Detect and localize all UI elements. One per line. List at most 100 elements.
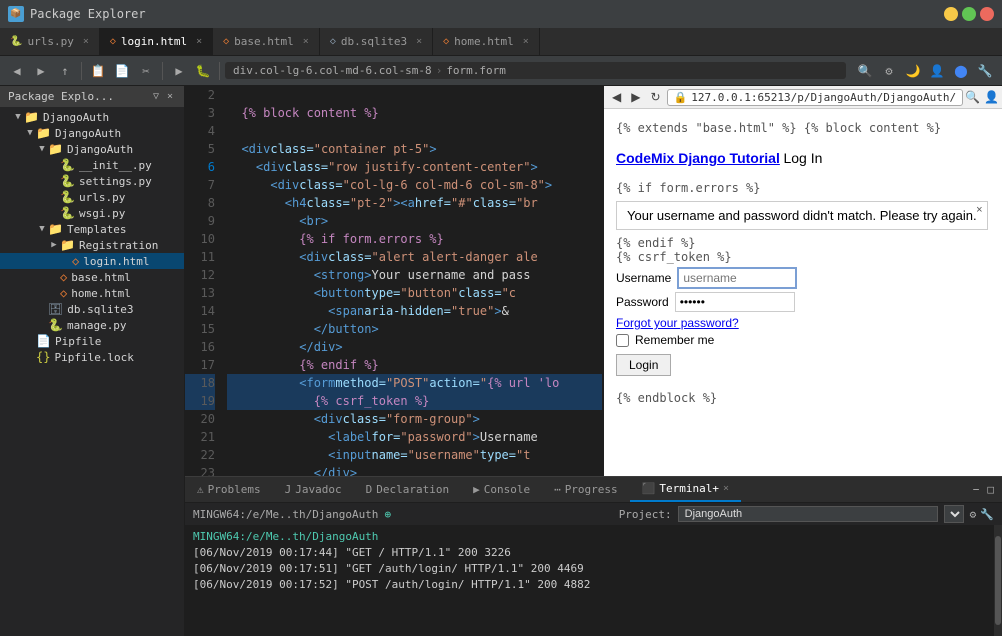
bottom-minimize-icon[interactable]: −	[971, 481, 982, 498]
terminal-log-3: [06/Nov/2019 00:17:52] "POST /auth/login…	[193, 577, 994, 593]
tab-urls[interactable]: 🐍 urls.py ×	[0, 28, 100, 55]
up-btn[interactable]: ↑	[54, 60, 76, 82]
code-content[interactable]: {% block content %} <div class="containe…	[221, 86, 602, 476]
bottom-tab-javadoc[interactable]: J Javadoc	[273, 477, 354, 502]
preview-search-btn[interactable]: 🔍	[965, 90, 980, 104]
json-file-icon: {}	[36, 350, 50, 364]
folder-icon: 📁	[36, 126, 51, 140]
profile-icon[interactable]: 👤	[926, 60, 948, 82]
preview-url: 127.0.0.1:65213/p/DjangoAuth/DjangoAuth/	[691, 91, 956, 104]
tab-home-close[interactable]: ×	[523, 36, 529, 47]
python-file-icon: 🐍	[60, 206, 75, 220]
close-window-button[interactable]	[980, 7, 994, 21]
tree-label: DjangoAuth	[55, 127, 121, 140]
tab-home[interactable]: ◇ home.html ×	[433, 28, 540, 55]
settings-icon[interactable]: ⚙	[878, 60, 900, 82]
bottom-tab-declaration[interactable]: D Declaration	[354, 477, 461, 502]
preview-error-box: Your username and password didn't match.…	[616, 201, 988, 230]
preview-login-button[interactable]: Login	[616, 354, 671, 376]
paste-btn[interactable]: 📄	[111, 60, 133, 82]
tree-item-manage[interactable]: 🐍 manage.py	[0, 317, 184, 333]
preview-user-btn[interactable]: 👤	[984, 90, 999, 104]
tree-item-pipfile-lock[interactable]: {} Pipfile.lock	[0, 349, 184, 365]
tree-item-pipfile[interactable]: 📄 Pipfile	[0, 333, 184, 349]
terminal-scrollbar[interactable]	[994, 525, 1002, 636]
tree-item-settings[interactable]: 🐍 settings.py	[0, 173, 184, 189]
tree-item-home-html[interactable]: ◇ home.html	[0, 285, 184, 301]
preview-toolbar: ◀ ▶ ↻ 🔒 127.0.0.1:65213/p/DjangoAuth/Dja…	[604, 86, 1002, 109]
folder-icon: 📁	[48, 222, 63, 236]
title-bar-text: Package Explorer	[30, 7, 938, 21]
tab-base-close[interactable]: ×	[303, 36, 309, 47]
preview-password-input[interactable]	[675, 292, 795, 312]
codemix-icon[interactable]: 🔧	[974, 60, 996, 82]
forward-btn[interactable]: ▶	[30, 60, 52, 82]
preview-refresh-btn[interactable]: ↻	[646, 88, 664, 106]
tree-item-wsgi[interactable]: 🐍 wsgi.py	[0, 205, 184, 221]
tab-login-icon: ◇	[110, 36, 116, 47]
sidebar: Package Explo... ▽ × ▼ 📁 DjangoAuth ▼ 📁 …	[0, 86, 185, 636]
tree-item-login-html[interactable]: ◇ login.html	[0, 253, 184, 269]
bottom-tab-terminal[interactable]: ⬛ Terminal+ ×	[630, 477, 741, 502]
maximize-button[interactable]	[962, 7, 976, 21]
tree-item-djangoauth-folder[interactable]: ▼ 📁 DjangoAuth	[0, 125, 184, 141]
preview-remember-checkbox[interactable]	[616, 334, 629, 347]
tab-db-close[interactable]: ×	[416, 36, 422, 47]
preview-endblock-text: {% endblock %}	[616, 391, 990, 405]
preview-address-bar[interactable]: 🔒 127.0.0.1:65213/p/DjangoAuth/DjangoAut…	[667, 89, 964, 106]
tree-item-urls[interactable]: 🐍 urls.py	[0, 189, 184, 205]
bottom-tab-problems[interactable]: ⚠ Problems	[185, 477, 273, 502]
tree-item-templates[interactable]: ▼ 📁 Templates	[0, 221, 184, 237]
tab-base-label: base.html	[234, 35, 294, 48]
tree-item-init[interactable]: 🐍 __init__.py	[0, 157, 184, 173]
terminal-settings-icon[interactable]: ⚙	[970, 508, 977, 521]
run-btn[interactable]: ▶	[168, 60, 190, 82]
preview-forgot-link-row: Forgot your password?	[616, 315, 990, 330]
tree-label: wsgi.py	[79, 207, 125, 220]
preview-forward-btn[interactable]: ▶	[627, 88, 644, 106]
delete-btn[interactable]: ✂	[135, 60, 157, 82]
tree-item-djangoauth-project[interactable]: ▼ 📁 DjangoAuth	[0, 109, 184, 125]
preview-forgot-link[interactable]: Forgot your password?	[616, 316, 739, 330]
bottom-tab-progress[interactable]: ⋯ Progress	[542, 477, 630, 502]
tab-login-close[interactable]: ×	[196, 36, 202, 47]
tree-item-djangoauth-inner[interactable]: ▼ 📁 DjangoAuth	[0, 141, 184, 157]
project-dropdown[interactable]	[944, 505, 964, 523]
copy-btn[interactable]: 📋	[87, 60, 109, 82]
project-input[interactable]	[678, 506, 938, 522]
terminal-scroll-thumb[interactable]	[995, 536, 1001, 625]
tab-db[interactable]: ◇ db.sqlite3 ×	[320, 28, 433, 55]
tab-urls-close[interactable]: ×	[83, 36, 89, 47]
preview-site-name[interactable]: CodeMix Django Tutorial	[616, 150, 780, 166]
preview-lock-icon: 🔒	[674, 91, 688, 104]
sidebar-close-btn[interactable]: ×	[164, 90, 176, 103]
bottom-panel-icons: − □	[971, 481, 1002, 498]
preview-username-row: Username	[616, 267, 990, 289]
bottom-maximize-icon[interactable]: □	[985, 481, 996, 498]
tree-item-base-html[interactable]: ◇ base.html	[0, 269, 184, 285]
python-file-icon: 🐍	[60, 158, 75, 172]
bottom-tab-console[interactable]: ▶ Console	[461, 477, 542, 502]
terminal-log-2: [06/Nov/2019 00:17:51] "GET /auth/login/…	[193, 561, 994, 577]
tab-login[interactable]: ◇ login.html ×	[100, 28, 213, 55]
tree-label: Pipfile	[55, 335, 101, 348]
preview-csrf-text: {% csrf_token %}	[616, 250, 990, 264]
tree-item-registration[interactable]: ▶ 📁 Registration	[0, 237, 184, 253]
minimize-button[interactable]	[944, 7, 958, 21]
tree-item-db[interactable]: 🗄 db.sqlite3	[0, 301, 184, 317]
preview-back-btn[interactable]: ◀	[608, 88, 625, 106]
back-btn[interactable]: ◀	[6, 60, 28, 82]
terminal-add-icon[interactable]: ⊕	[384, 508, 391, 521]
html-file-icon: ◇	[60, 286, 67, 300]
terminal-config-icon[interactable]: 🔧	[980, 508, 994, 521]
preview-username-input[interactable]	[677, 267, 797, 289]
terminal-close-btn[interactable]: ×	[723, 483, 729, 494]
search-icon[interactable]: 🔍	[854, 60, 876, 82]
debug-btn[interactable]: 🐛	[192, 60, 214, 82]
code-editor[interactable]: 2 3 4 5 6 7 8 9 10 11 12 13 14 15 16 17	[185, 86, 602, 476]
sidebar-collapse-btn[interactable]: ▽	[150, 90, 162, 103]
preview-error-close-btn[interactable]: ×	[976, 204, 982, 216]
theme-icon[interactable]: 🌙	[902, 60, 924, 82]
tab-base[interactable]: ◇ base.html ×	[213, 28, 320, 55]
chrome-icon[interactable]: ⬤	[950, 60, 972, 82]
